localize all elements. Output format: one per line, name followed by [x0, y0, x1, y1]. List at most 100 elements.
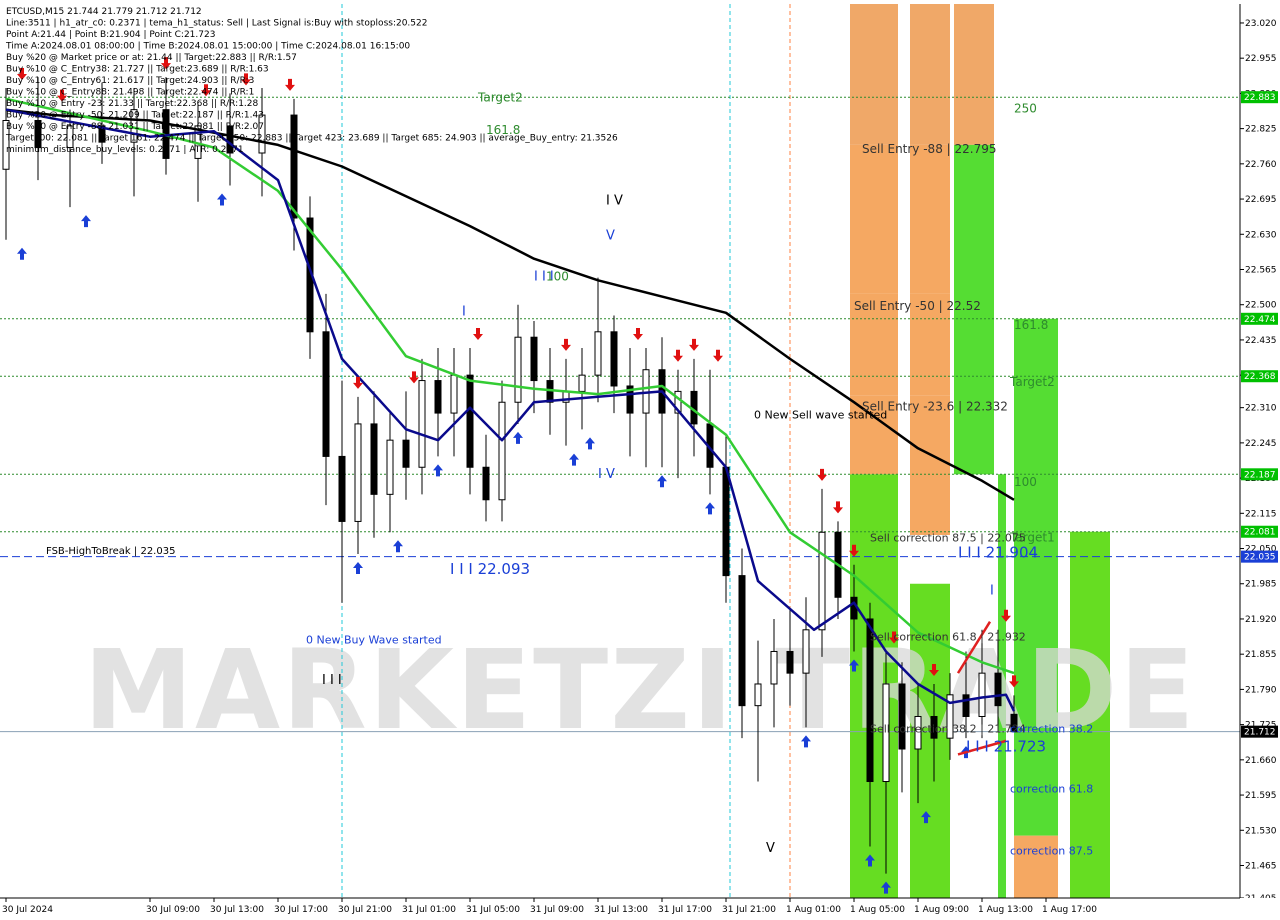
candle-body [482, 466, 490, 501]
chart-annotation: I I I 22.093 [450, 560, 530, 578]
chart-annotation: I [462, 305, 466, 320]
price-tick-label: 21.920 [1245, 615, 1277, 625]
candle-body [898, 683, 906, 750]
info-line: minimum_distance_buy_levels: 0.2371 | AT… [6, 145, 244, 155]
chart-annotation: V [606, 229, 615, 244]
target-zone [910, 144, 950, 294]
price-tag-label: 21.712 [1244, 728, 1276, 738]
chart-annotation: Target2 [477, 91, 523, 105]
price-chart[interactable]: MARKETZI TRADETarget2161.8250Sell Entry … [0, 0, 1280, 920]
candle-body [978, 672, 986, 717]
candle-body [962, 694, 970, 717]
time-tick-label: 1 Aug 01:00 [786, 905, 841, 915]
price-tick-label: 22.500 [1245, 301, 1277, 311]
price-tick-label: 21.790 [1245, 685, 1277, 695]
time-tick-label: 30 Jul 21:00 [338, 905, 392, 915]
candle-body [594, 331, 602, 376]
chart-annotation: Sell correction 61.8 | 21.932 [870, 631, 1026, 644]
candle-body [402, 439, 410, 468]
chart-annotation: correction 38.2 [1010, 723, 1093, 736]
price-tick-label: 22.565 [1245, 265, 1277, 275]
price-tick-label: 22.760 [1245, 160, 1277, 170]
candle-body [370, 423, 378, 495]
info-line: Point A:21.44 | Point B:21.904 | Point C… [6, 30, 215, 40]
price-tick-label: 22.825 [1245, 125, 1277, 135]
chart-annotation: Sell correction 38.2 | 21.724 [870, 723, 1026, 736]
info-line: Buy %20 @ Entry -50: 21.209 || Target:22… [6, 111, 264, 121]
time-tick-label: 1 Aug 05:00 [850, 905, 905, 915]
info-line: Buy %10 @ C_Entry88: 21.498 || Target:22… [6, 88, 254, 98]
info-line: Buy %20 @ Market price or at: 21.44 || T… [6, 53, 297, 63]
target-zone [910, 395, 950, 535]
target-zone [910, 4, 950, 145]
price-tick-label: 23.020 [1245, 19, 1277, 29]
candle-body [466, 374, 474, 468]
chart-annotation: correction 87.5 [1010, 845, 1093, 858]
candle-body [322, 331, 330, 457]
info-line: ETCUSD,M15 21.744 21.779 21.712 21.712 [6, 7, 202, 17]
price-tag-label: 22.368 [1244, 372, 1276, 382]
chart-annotation: Target2 [1009, 375, 1055, 389]
target-zone [1014, 318, 1058, 836]
chart-window: MARKETZI TRADE Target2 161.8 250 Sell Entry … [0, 0, 1280, 920]
chart-annotation: I [990, 584, 994, 599]
candle-body [290, 114, 298, 219]
time-tick-label: 30 Jul 17:00 [274, 905, 328, 915]
chart-annotation: V [766, 841, 775, 856]
candle-body [722, 466, 730, 577]
time-tick-label: 31 Jul 05:00 [466, 905, 520, 915]
chart-annotation: 0 New Buy Wave started [306, 633, 442, 646]
chart-annotation: 0 New Sell wave started [754, 408, 887, 421]
chart-annotation: I V [606, 193, 623, 208]
price-tick-label: 22.435 [1245, 336, 1277, 346]
candle-body [818, 531, 826, 631]
chart-annotation: correction 61.8 [1010, 782, 1093, 795]
price-tick-label: 21.660 [1245, 756, 1277, 766]
chart-annotation: Sell Entry -88 | 22.795 [862, 142, 996, 156]
chart-annotation: Sell correction 87.5 | 22.075 [870, 531, 1026, 544]
chart-annotation: Sell Entry -50 | 22.52 [854, 299, 981, 313]
info-line: Line:3511 | h1_atr_c0: 0.2371 | tema_h1_… [6, 19, 427, 29]
info-line: Buy %10 @ C_Entry61: 21.617 || Target:24… [6, 76, 254, 86]
candle-body [450, 374, 458, 414]
candle-body [514, 336, 522, 403]
price-tick-label: 21.465 [1245, 861, 1277, 871]
price-tick-label: 21.855 [1245, 650, 1277, 660]
time-tick-label: 1 Aug 17:00 [1042, 905, 1097, 915]
price-tick-label: 22.115 [1245, 509, 1277, 519]
time-tick-label: 1 Aug 09:00 [914, 905, 969, 915]
target-zone [954, 4, 994, 145]
price-tick-label: 21.530 [1245, 826, 1277, 836]
chart-annotation: I I I [322, 673, 342, 688]
time-tick-label: 31 Jul 09:00 [530, 905, 584, 915]
price-tag-label: 22.081 [1244, 528, 1276, 538]
time-axis: 30 Jul 2024 30 Jul 09:00 30 Jul 13:00 30 Ju… [0, 897, 1280, 920]
time-tick-label: 1 Aug 13:00 [978, 905, 1033, 915]
price-tag-label: 22.474 [1244, 315, 1276, 325]
chart-annotation: 100 [546, 269, 569, 283]
candle-body [434, 380, 442, 414]
price-tick-label: 22.955 [1245, 54, 1277, 64]
info-line: Time A:2024.08.01 08:00:00 | Time B:2024… [5, 42, 410, 52]
price-tick-label: 22.630 [1245, 230, 1277, 240]
time-tick-label: 31 Jul 13:00 [594, 905, 648, 915]
candle-body [770, 650, 778, 685]
price-tick-label: 21.985 [1245, 580, 1277, 590]
chart-annotation: I V [598, 467, 615, 482]
target-zone [850, 4, 898, 145]
time-tick-label: 30 Jul 13:00 [210, 905, 264, 915]
chart-annotation: 250 [1014, 101, 1037, 115]
chart-annotation: I I I 21.904 [958, 544, 1038, 562]
time-tick-label: 30 Jul 09:00 [146, 905, 200, 915]
candle-body [754, 683, 762, 707]
price-tick-label: 21.595 [1245, 791, 1277, 801]
candle-body [338, 455, 346, 522]
price-tag-label: 22.035 [1244, 553, 1276, 563]
price-tag-label: 22.187 [1244, 470, 1276, 480]
candle-body [354, 423, 362, 522]
time-tick-label: 31 Jul 17:00 [658, 905, 712, 915]
candle-body [578, 374, 586, 392]
chart-annotation: 100 [1014, 475, 1037, 489]
chart-annotation: 161.8 [1014, 318, 1048, 332]
target-zone [850, 144, 898, 294]
